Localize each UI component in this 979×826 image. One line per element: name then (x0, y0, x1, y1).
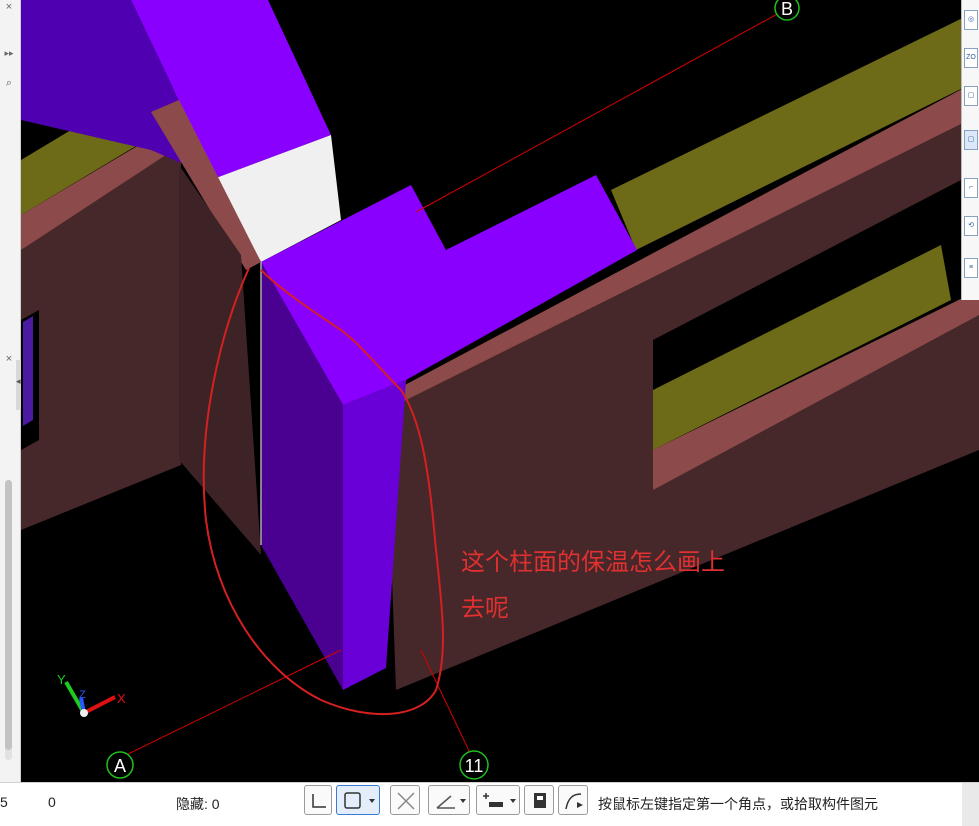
view-toolbar: ◎ ZO ▢ ▢ ⌐ ⟲ ≡ (961, 0, 979, 300)
3d-viewport[interactable]: B A 11 Y X Z 这个柱面的保温怎么画上 去呢 ◎ ZO ▢ ▢ ⌐ ⟲… (21, 0, 979, 782)
triad-x-axis (83, 695, 116, 715)
orthogonal-button[interactable] (304, 785, 332, 815)
status-message: 按鼠标左键指定第一个角点，或拾取构件图元 (598, 796, 878, 812)
triad-origin (80, 709, 88, 717)
zoom-icon[interactable]: ZO (964, 48, 978, 68)
status-hidden-count: 隐藏: 0 (176, 796, 220, 812)
list-icon[interactable]: ≡ (964, 258, 978, 278)
wall-opening-left-inner (23, 316, 33, 426)
left-panel: × ▸▸ ⌕ × ◂ (0, 0, 22, 782)
rotate-icon[interactable]: ⟲ (964, 216, 978, 236)
triad-y-label: Y (57, 672, 66, 687)
scrollbar-thumb[interactable] (5, 480, 12, 750)
cancel-snap-button[interactable] (390, 785, 420, 815)
status-bar-right-edge (962, 783, 979, 826)
status-cut-value: 5 (0, 794, 8, 810)
select-rect-button[interactable] (336, 785, 380, 815)
layer-button[interactable] (524, 785, 554, 815)
close-icon[interactable]: × (2, 0, 16, 14)
status-count-value: 0 (48, 794, 56, 810)
offset-button[interactable] (476, 785, 520, 815)
curve-button[interactable] (558, 785, 588, 815)
annotation-line-1: 这个柱面的保温怎么画上 (461, 549, 725, 576)
close-icon[interactable]: × (2, 352, 16, 366)
grid-line-a (125, 649, 342, 756)
annotation-text: 这个柱面的保温怎么画上 去呢 (461, 540, 771, 632)
box-view-2-icon[interactable]: ▢ (964, 130, 978, 150)
3d-scene: B A 11 Y X Z (21, 0, 979, 780)
search-icon[interactable]: ⌕ (2, 76, 16, 90)
status-bar: 5 0 隐藏: 0 按鼠标左键指定第一个角点，或拾取构件图元 (0, 782, 979, 826)
grid-label-11: 11 (465, 756, 484, 776)
annotation-line-2: 去呢 (461, 595, 509, 622)
triad-z-label: Z (79, 689, 86, 701)
triad-x-label: X (117, 691, 126, 706)
grid-label-a: A (114, 756, 126, 776)
orbit-icon[interactable]: ◎ (964, 10, 978, 30)
expand-icon[interactable]: ▸▸ (2, 46, 16, 60)
box-view-icon[interactable]: ▢ (964, 86, 978, 106)
left-panel-scrollbar[interactable] (5, 480, 12, 760)
grid-label-b: B (781, 0, 793, 19)
angle-button[interactable] (428, 785, 470, 815)
corner-icon[interactable]: ⌐ (964, 178, 978, 198)
